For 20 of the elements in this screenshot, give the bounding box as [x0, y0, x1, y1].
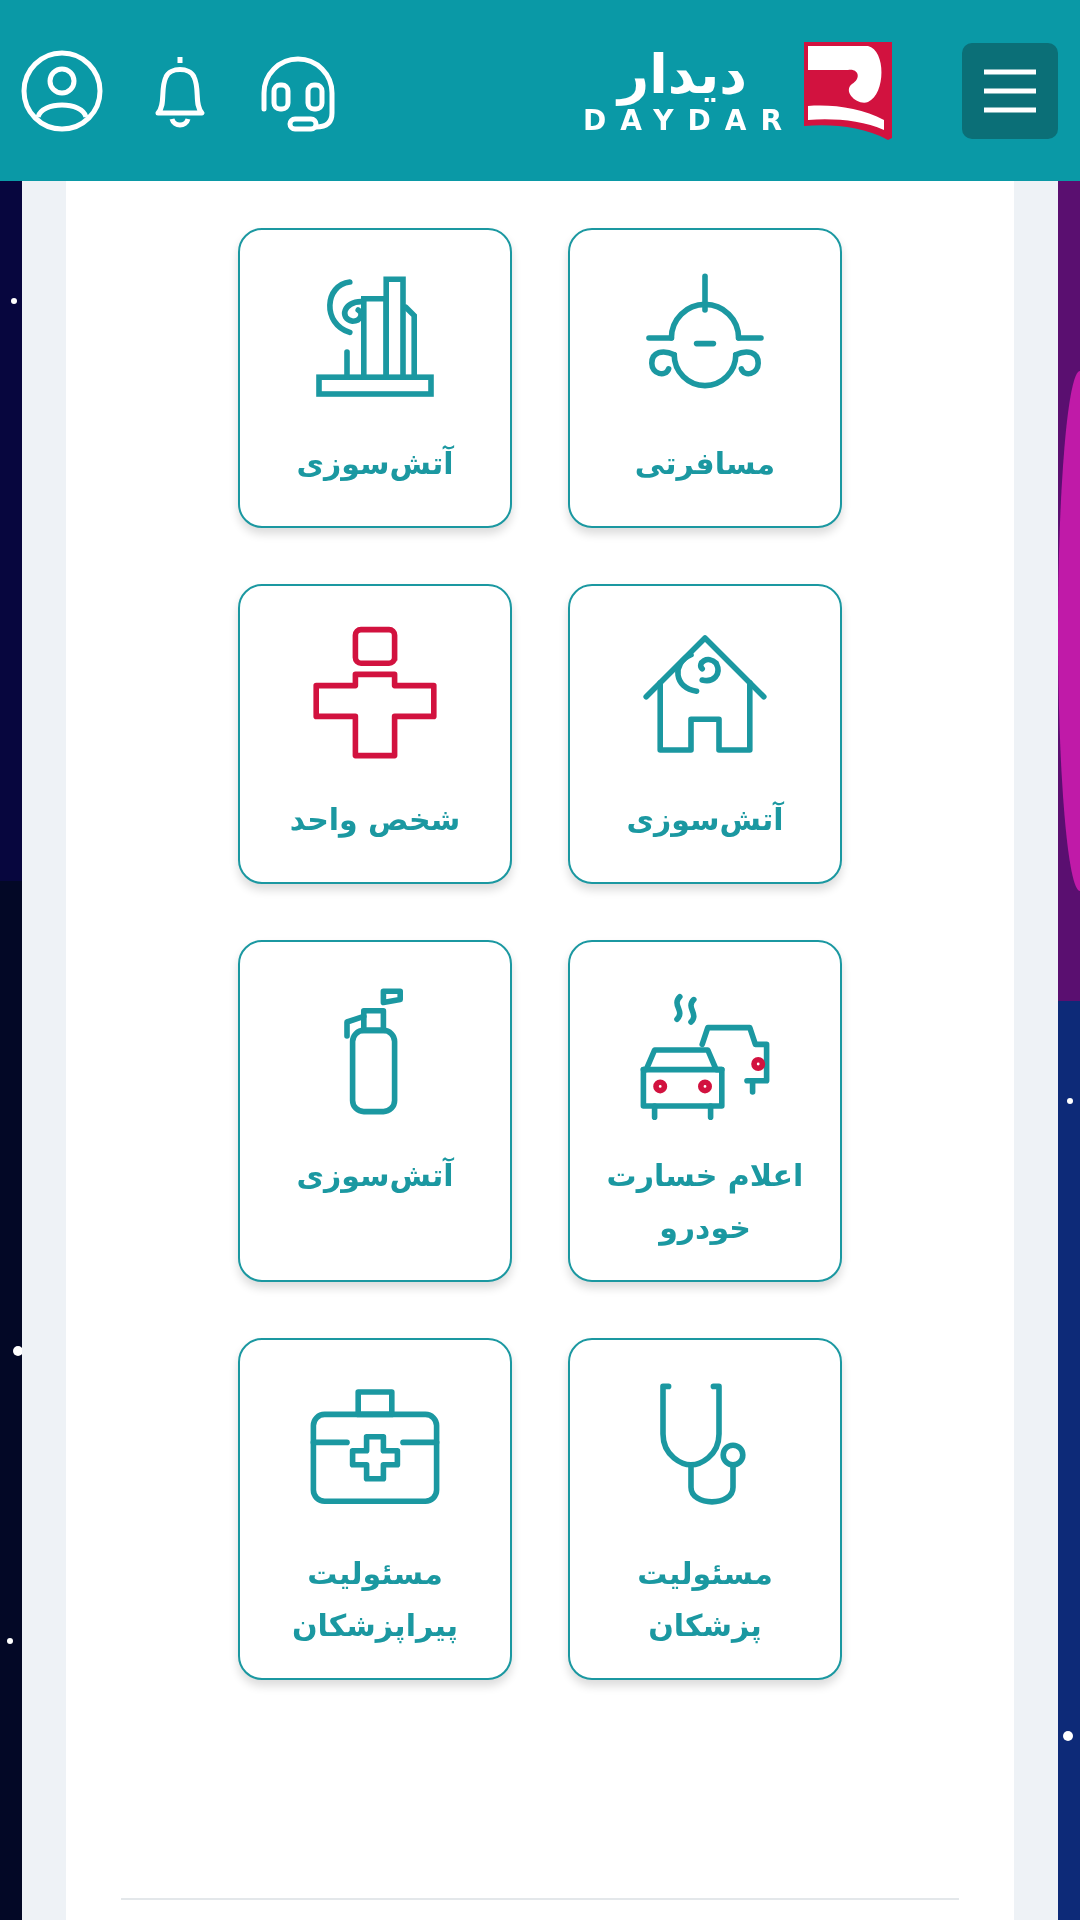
card-label: مسافرتی	[633, 445, 777, 483]
card-label: مسئولیت پیراپزشکان	[290, 1555, 460, 1646]
insurance-card[interactable]: اعلام خسارت خودرو	[568, 940, 842, 1282]
insurance-card[interactable]: آتش‌سوزی	[568, 584, 842, 884]
menu-icon	[982, 67, 1038, 114]
insurance-card[interactable]: آتش‌سوزی	[238, 228, 512, 528]
card-label: اعلام خسارت خودرو	[605, 1157, 805, 1248]
card-label: آتش‌سوزی	[295, 1156, 455, 1195]
user-icon[interactable]	[20, 48, 104, 133]
card-label: آتش‌سوزی	[295, 444, 455, 483]
insurance-card[interactable]: مسافرتی	[568, 228, 842, 528]
menu-button[interactable]	[962, 42, 1058, 139]
card-label: شخص واحد	[288, 801, 462, 840]
insurance-card[interactable]: مسئولیت پزشکان	[568, 1338, 842, 1680]
card-label: آتش‌سوزی	[625, 800, 785, 839]
insurance-card[interactable]: مسئولیت پیراپزشکان	[238, 1338, 512, 1680]
insurance-card[interactable]: شخص واحد	[238, 584, 512, 884]
insurance-card[interactable]: آتش‌سوزی	[238, 940, 512, 1282]
card-label: مسئولیت پزشکان	[636, 1555, 774, 1646]
logo-icon	[802, 39, 894, 142]
